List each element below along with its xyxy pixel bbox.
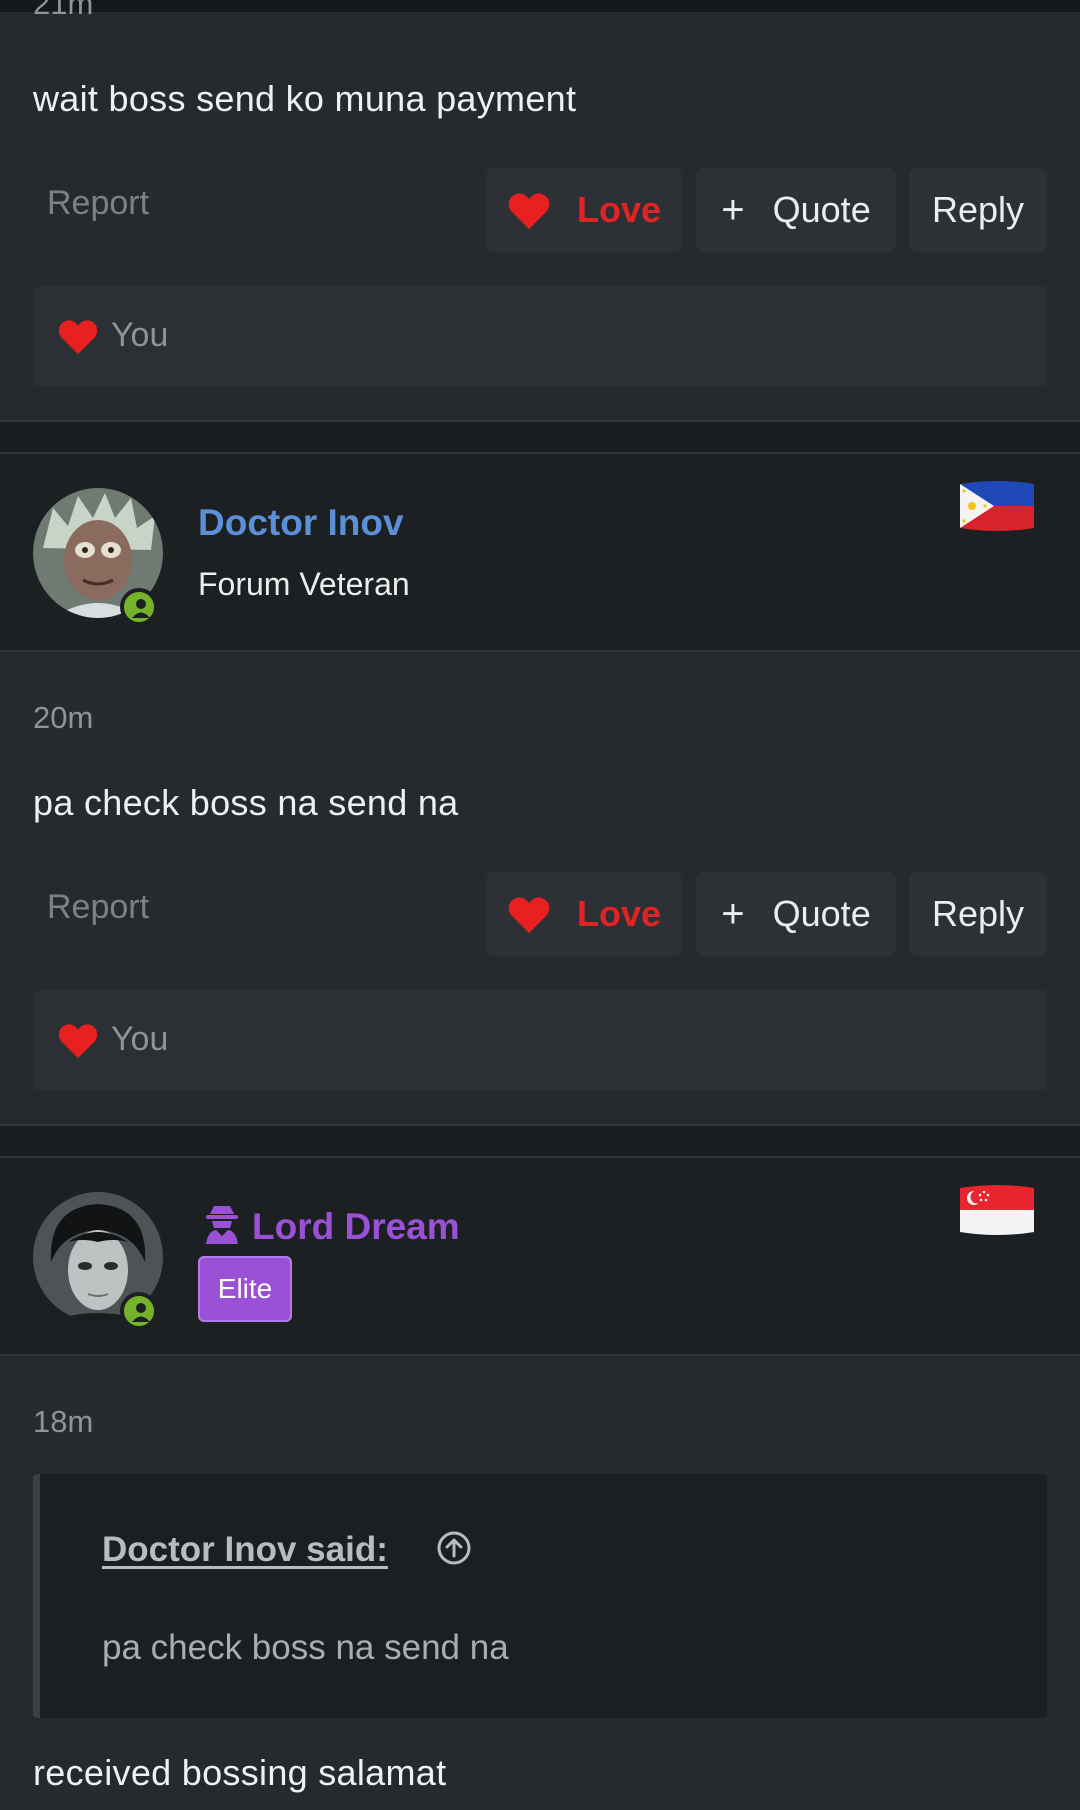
- heart-icon: [58, 1024, 98, 1058]
- quote-text: pa check boss na send na: [102, 1628, 509, 1667]
- top-bar: [0, 0, 1080, 12]
- heart-icon: [508, 193, 550, 229]
- spy-icon: [206, 1206, 238, 1244]
- reply-button[interactable]: Reply: [909, 872, 1047, 956]
- arrow-up-circle-icon[interactable]: [436, 1530, 472, 1566]
- post-separator: [0, 1124, 1080, 1158]
- post-1: 21m wait boss send ko muna payment Repor…: [0, 0, 1080, 420]
- post-timestamp[interactable]: 21m: [33, 0, 93, 22]
- quote-label: Quote: [772, 189, 871, 230]
- reactions-bar[interactable]: You: [33, 286, 1047, 386]
- quote-button[interactable]: + Quote: [696, 168, 896, 252]
- reaction-users[interactable]: You: [111, 1020, 168, 1059]
- post-message: pa check boss na send na: [33, 782, 459, 823]
- plus-icon: +: [721, 187, 745, 232]
- quote-author-link[interactable]: Doctor Inov said:: [102, 1530, 388, 1570]
- online-status-icon: [120, 1292, 158, 1330]
- user-title: Forum Veteran: [198, 566, 410, 602]
- reply-button[interactable]: Reply: [909, 168, 1047, 252]
- username[interactable]: Doctor Inov: [198, 502, 404, 544]
- reactions-bar[interactable]: You: [33, 990, 1047, 1090]
- quote-block: Doctor Inov said: pa check boss na send …: [33, 1474, 1047, 1718]
- quote-label: Quote: [772, 893, 871, 934]
- post-timestamp[interactable]: 18m: [33, 1404, 93, 1440]
- report-link[interactable]: Report: [47, 184, 149, 223]
- user-badge: Elite: [198, 1256, 292, 1322]
- heart-icon: [508, 897, 550, 933]
- quote-button[interactable]: + Quote: [696, 872, 896, 956]
- username[interactable]: Lord Dream: [252, 1206, 460, 1248]
- post-3-header: Lord Dream Elite: [0, 1158, 1080, 1356]
- love-label: Love: [576, 893, 662, 934]
- post-separator: [0, 420, 1080, 454]
- plus-icon: +: [721, 891, 745, 936]
- heart-icon: [58, 320, 98, 354]
- love-button[interactable]: Love: [486, 168, 682, 252]
- singapore-flag-icon: [960, 1185, 1034, 1235]
- online-status-icon: [120, 588, 158, 626]
- reaction-users[interactable]: You: [111, 316, 168, 355]
- post-message: received bossing salamat: [33, 1752, 447, 1793]
- love-label: Love: [576, 189, 662, 230]
- post-message: wait boss send ko muna payment: [33, 78, 577, 119]
- post-2: 20m pa check boss na send na Report Love…: [0, 652, 1080, 1124]
- post-timestamp[interactable]: 20m: [33, 700, 93, 736]
- love-button[interactable]: Love: [486, 872, 682, 956]
- post-3: 18m Doctor Inov said: pa check boss na s…: [0, 1356, 1080, 1810]
- post-2-header: Doctor Inov Forum Veteran: [0, 454, 1080, 652]
- report-link[interactable]: Report: [47, 888, 149, 927]
- philippines-flag-icon: [960, 481, 1034, 531]
